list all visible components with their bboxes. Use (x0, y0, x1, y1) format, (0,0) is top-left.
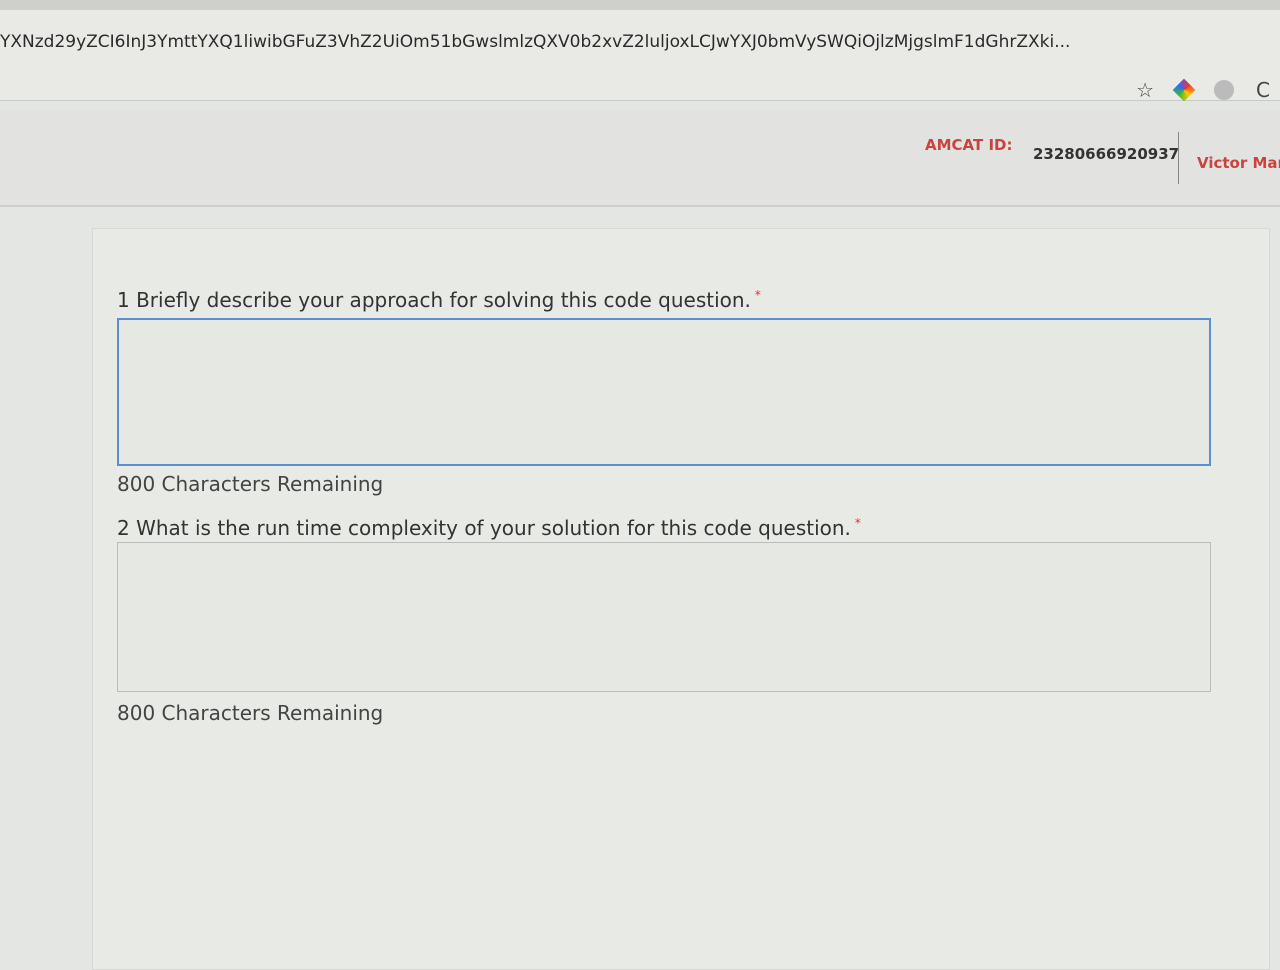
extension-icon[interactable] (1172, 78, 1196, 102)
question-2-text: 2 What is the run time complexity of you… (117, 516, 851, 540)
amcat-id-value: 23280666920937 (1033, 145, 1180, 163)
required-marker: * (854, 516, 861, 530)
address-bar[interactable]: YXNzd29yZCI6InJ3YmttYXQ1liwibGFuZ3VhZ2Ui… (0, 10, 1280, 101)
question-2-label: 2 What is the run time complexity of you… (117, 516, 861, 540)
user-name[interactable]: Victor Mart (1197, 154, 1280, 172)
question-1-text: 1 Briefly describe your approach for sol… (117, 288, 751, 312)
required-marker: * (754, 288, 761, 302)
profile-icon[interactable]: C (1256, 78, 1270, 102)
question-2-chars-remaining: 800 Characters Remaining (117, 701, 384, 725)
amcat-id-label: AMCAT ID: (925, 136, 1013, 154)
url-text[interactable]: YXNzd29yZCI6InJ3YmttYXQ1liwibGFuZ3VhZ2Ui… (0, 32, 1120, 52)
question-1-label: 1 Briefly describe your approach for sol… (117, 288, 761, 312)
browser-toolbar-icons: ☆ C (1136, 78, 1270, 102)
camera-icon[interactable] (1214, 80, 1235, 100)
question-2-answer-input[interactable] (117, 542, 1211, 692)
star-icon[interactable]: ☆ (1136, 78, 1154, 102)
question-1-chars-remaining: 800 Characters Remaining (117, 472, 384, 496)
header-divider (1178, 132, 1179, 184)
question-1-answer-input[interactable] (117, 318, 1211, 466)
